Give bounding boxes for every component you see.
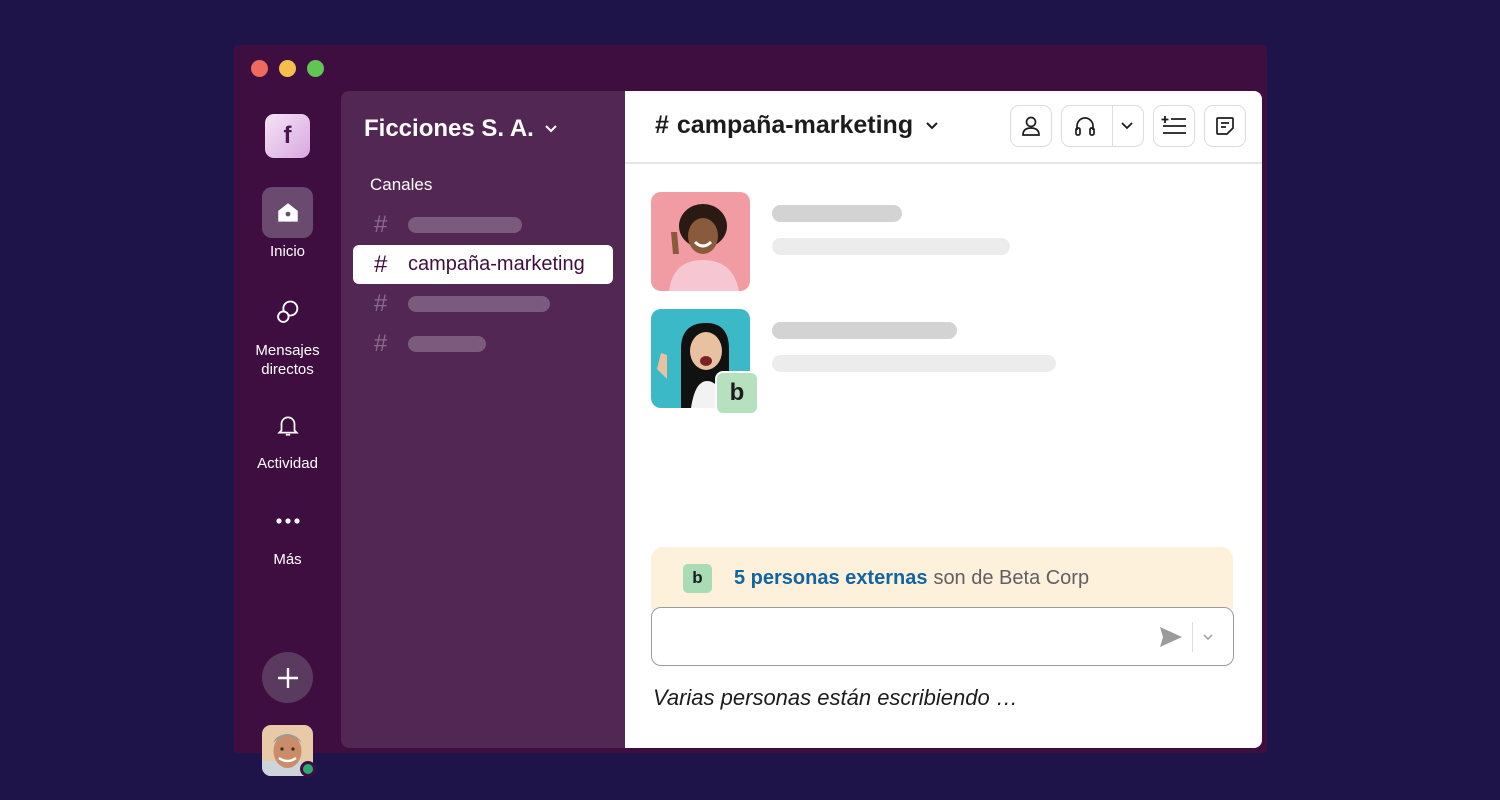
presence-indicator	[300, 761, 316, 777]
note-icon	[1216, 117, 1234, 135]
channel-item-selected[interactable]: # campaña-marketing	[353, 245, 613, 284]
typing-indicator: Varias personas están escribiendo …	[653, 685, 1018, 710]
dms-label: Mensajes directos	[255, 342, 320, 378]
message-author-placeholder	[772, 322, 957, 339]
rail-item-more[interactable]: Más	[234, 495, 341, 569]
maximize-window-button[interactable]	[307, 60, 324, 77]
message-text-placeholder	[772, 238, 1010, 255]
direct-messages-icon	[276, 300, 298, 323]
rail-item-dms[interactable]: Mensajes directos	[234, 286, 341, 379]
channel-title-button[interactable]: # campaña-marketing	[655, 111, 939, 140]
hash-icon: #	[374, 289, 388, 317]
channel-item[interactable]: #	[353, 205, 613, 244]
external-notice-text: son de Beta Corp	[933, 566, 1090, 589]
channels-section-title[interactable]: Canales	[370, 175, 432, 195]
home-label: Inicio	[269, 243, 306, 260]
home-button[interactable]	[262, 187, 313, 238]
huddle-button[interactable]	[1061, 105, 1144, 147]
chevron-down-icon	[1121, 122, 1133, 130]
channel-sidebar: Ficciones S. A. Canales # # campaña-mark…	[341, 91, 625, 748]
workspace-rail: f Inicio Mensajes directos Actividad Más	[234, 91, 341, 777]
canvas-list-button[interactable]	[1153, 105, 1195, 147]
rail-item-activity[interactable]: Actividad	[234, 399, 341, 473]
channel-header: # campaña-marketing	[625, 91, 1262, 164]
external-org-badge: b	[715, 371, 759, 415]
add-workspace-button[interactable]	[262, 652, 313, 703]
channel-name-placeholder	[408, 295, 550, 312]
external-people-notice: b 5 personas externas son de Beta Corp	[651, 547, 1233, 609]
message-composer[interactable]	[651, 607, 1234, 666]
workspace-menu[interactable]: Ficciones S. A.	[364, 115, 558, 143]
workspace-name: Ficciones S. A.	[364, 115, 534, 142]
hash-icon: #	[655, 111, 669, 139]
members-button[interactable]	[1010, 105, 1052, 147]
channel-view: # campaña-marketing b b 5 personas exter…	[625, 91, 1262, 748]
plus-icon	[277, 667, 298, 688]
channel-label: campaña-marketing	[408, 253, 585, 275]
chevron-down-icon[interactable]	[1203, 634, 1213, 641]
channel-item[interactable]: #	[353, 284, 613, 323]
message-author-placeholder	[772, 205, 902, 222]
canvas-button[interactable]	[1204, 105, 1246, 147]
channel-name-placeholder	[408, 335, 486, 352]
headphones-icon	[1075, 117, 1095, 136]
hash-icon: #	[374, 250, 388, 278]
chevron-down-icon	[545, 125, 557, 133]
message-text-placeholder	[772, 355, 1056, 372]
external-people-link[interactable]: 5 personas externas	[734, 567, 927, 590]
activity-button[interactable]	[262, 399, 313, 450]
message-avatar[interactable]	[651, 192, 750, 291]
rail-item-home[interactable]: Inicio	[234, 187, 341, 261]
minimize-window-button[interactable]	[279, 60, 296, 77]
bell-icon	[276, 416, 299, 436]
channel-name-placeholder	[408, 216, 522, 233]
hash-icon: #	[374, 329, 388, 357]
dms-button[interactable]	[262, 286, 313, 337]
app-window: f Inicio Mensajes directos Actividad Más…	[234, 45, 1267, 777]
send-icon[interactable]	[1159, 626, 1183, 648]
chevron-down-icon	[926, 121, 938, 129]
external-org-badge: b	[683, 563, 712, 593]
activity-label: Actividad	[257, 455, 318, 472]
person-icon	[1022, 116, 1040, 136]
channel-title: campaña-marketing	[676, 111, 914, 139]
list-add-icon	[1161, 116, 1186, 134]
channel-item[interactable]: #	[353, 324, 613, 363]
workspace-logo[interactable]: f	[265, 114, 310, 158]
more-label: Más	[273, 551, 302, 568]
home-icon	[277, 202, 298, 222]
hash-icon: #	[374, 210, 388, 238]
divider	[1192, 622, 1193, 652]
close-window-button[interactable]	[251, 60, 268, 77]
window-controls	[251, 60, 324, 77]
more-button[interactable]	[262, 495, 313, 546]
more-dots-icon	[275, 517, 300, 524]
